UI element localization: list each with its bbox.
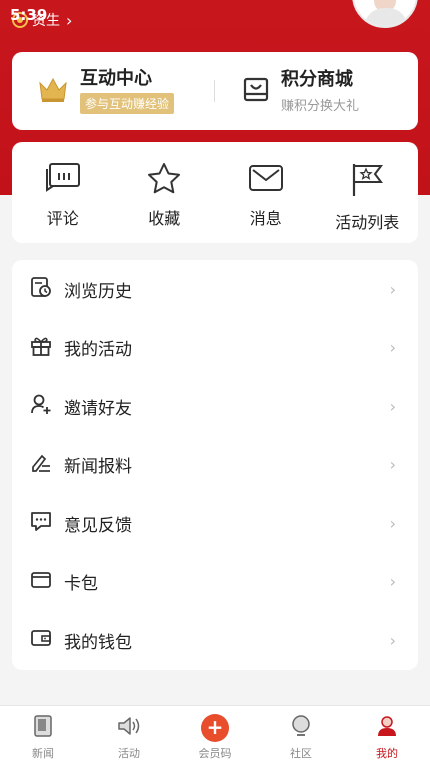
shopping-bag-icon xyxy=(243,76,269,106)
status-time: 5:39 xyxy=(10,6,48,24)
quick-action-label: 消息 xyxy=(249,209,282,228)
tab-member-code[interactable]: + 会员码 xyxy=(172,706,258,764)
quick-action-label: 收藏 xyxy=(148,209,181,228)
comment-icon xyxy=(45,162,81,198)
chevron-right-icon: › xyxy=(389,338,396,358)
menu-item-label: 邀请好友 xyxy=(64,398,132,419)
chevron-right-icon: › xyxy=(389,630,396,650)
menu-item-news-tip[interactable]: 新闻报料 › xyxy=(12,436,418,495)
wallet-icon xyxy=(30,627,52,653)
chevron-right-icon: › xyxy=(389,572,396,592)
menu-item-label: 意见反馈 xyxy=(64,515,132,536)
menu-item-label: 新闻报料 xyxy=(64,457,132,478)
plus-icon: + xyxy=(201,714,229,742)
tab-news[interactable]: 新闻 xyxy=(0,706,86,764)
interaction-center-badge: 参与互动赚经验 xyxy=(80,93,175,114)
pen-icon xyxy=(30,452,52,478)
points-mall-subtitle: 赚积分换大礼 xyxy=(281,98,360,114)
menu-item-history[interactable]: 浏览历史 › xyxy=(12,260,418,319)
quick-action-label: 活动列表 xyxy=(335,213,400,232)
top-card: 互动中心 参与互动赚经验 积分商城 赚积分换大礼 xyxy=(12,52,418,130)
tab-mine[interactable]: 我的 xyxy=(344,706,430,764)
tab-label: 活动 xyxy=(118,747,140,760)
menu-item-label: 我的钱包 xyxy=(64,632,132,653)
tab-label: 社区 xyxy=(290,747,312,760)
menu-item-card-wallet[interactable]: 卡包 › xyxy=(12,553,418,612)
quick-action-messages[interactable]: 消息 xyxy=(215,142,317,243)
tab-events[interactable]: 活动 xyxy=(86,706,172,764)
quick-actions-card: 评论 收藏 消息 活动列表 xyxy=(12,142,418,243)
news-icon xyxy=(31,714,55,742)
menu-item-my-events[interactable]: 我的活动 › xyxy=(12,319,418,378)
bulb-icon xyxy=(289,714,313,742)
history-icon xyxy=(30,276,52,302)
quick-action-favorites[interactable]: 收藏 xyxy=(114,142,216,243)
chevron-right-icon: › xyxy=(389,396,396,416)
tab-label: 新闻 xyxy=(32,747,54,760)
tab-community[interactable]: 社区 xyxy=(258,706,344,764)
menu-list: 浏览历史 › 我的活动 › 邀请好友 › 新闻报料 › 意见反馈 › 卡包 › … xyxy=(12,260,418,670)
interaction-center-title: 互动中心 xyxy=(80,68,152,89)
bottom-tab-bar: 新闻 活动 + 会员码 社区 我的 xyxy=(0,705,430,764)
chevron-right-icon: › xyxy=(389,513,396,533)
chevron-right-icon: › xyxy=(66,10,73,30)
speaker-icon xyxy=(116,714,142,742)
star-icon xyxy=(146,162,182,198)
quick-action-label: 评论 xyxy=(46,209,79,228)
quick-action-events[interactable]: 活动列表 xyxy=(317,142,419,243)
tab-label: 我的 xyxy=(376,747,398,760)
menu-item-label: 卡包 xyxy=(64,574,98,595)
card-icon xyxy=(30,569,52,595)
points-mall-entry[interactable]: 积分商城 赚积分换大礼 xyxy=(215,69,359,114)
gift-icon xyxy=(30,335,52,361)
mail-icon xyxy=(248,162,284,198)
points-mall-title: 积分商城 xyxy=(281,68,353,90)
chevron-right-icon: › xyxy=(389,455,396,475)
crown-icon xyxy=(38,75,68,107)
user-icon xyxy=(375,714,399,742)
menu-item-my-wallet[interactable]: 我的钱包 › xyxy=(12,611,418,670)
add-user-icon xyxy=(30,393,52,419)
chevron-right-icon: › xyxy=(389,279,396,299)
interaction-center-entry[interactable]: 互动中心 参与互动赚经验 xyxy=(12,68,214,114)
flag-icon xyxy=(349,162,385,202)
tab-label: 会员码 xyxy=(198,747,232,760)
quick-action-comment[interactable]: 评论 xyxy=(12,142,114,243)
menu-item-label: 我的活动 xyxy=(64,340,132,361)
menu-item-invite-friends[interactable]: 邀请好友 › xyxy=(12,377,418,436)
menu-item-feedback[interactable]: 意见反馈 › xyxy=(12,494,418,553)
feedback-icon xyxy=(30,510,52,536)
menu-item-label: 浏览历史 xyxy=(64,281,132,302)
